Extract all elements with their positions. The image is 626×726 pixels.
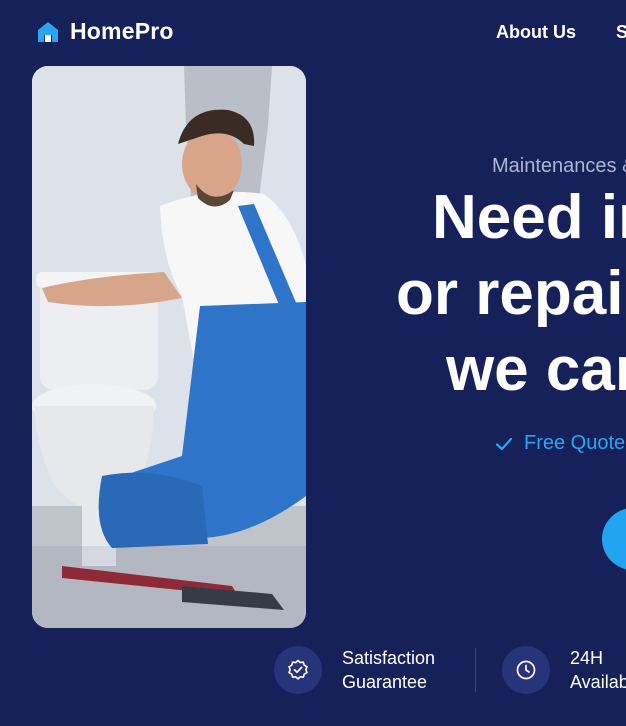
feature-icon-circle <box>502 646 550 694</box>
main-nav: About Us Services <box>496 22 626 43</box>
feature-24h-line2: Available <box>570 672 626 692</box>
headline-line-3: we can help! <box>445 335 626 404</box>
feature-icon-circle <box>274 646 322 694</box>
hero-cta-button[interactable] <box>602 508 626 570</box>
feature-satisfaction: Satisfaction Guarantee <box>274 646 435 694</box>
feature-24h-text: 24H Available <box>570 646 626 694</box>
hero-headline: Need installation or repair services? we… <box>396 180 626 408</box>
nav-services[interactable]: Services <box>616 22 626 43</box>
badge-check-icon <box>288 659 308 680</box>
headline-line-2: or repair services? <box>396 259 626 328</box>
hero-photo-plumber <box>32 66 306 628</box>
page: HomePro About Us Services <box>0 0 626 726</box>
logo-text: HomePro <box>70 18 174 44</box>
feature-satisfaction-line1: Satisfaction <box>342 648 436 668</box>
check-icon <box>495 437 513 450</box>
clock-icon <box>516 660 536 680</box>
free-quote-text: Free Quote <box>524 432 626 454</box>
headline-line-1: Need installation <box>432 183 626 252</box>
nav-about-us[interactable]: About Us <box>496 22 576 43</box>
free-quote-note: Free Quote <box>494 432 625 455</box>
feature-24h: 24H Available <box>502 646 626 694</box>
feature-satisfaction-text: Satisfaction Guarantee <box>342 646 435 694</box>
feature-24h-line1: 24H <box>570 648 604 668</box>
feature-satisfaction-line2: Guarantee <box>342 672 428 692</box>
feature-divider <box>475 648 476 692</box>
hero-eyebrow: Maintenances & Repairs <box>492 155 626 177</box>
house-logo-icon <box>38 21 58 42</box>
plumber-illustration <box>32 66 306 628</box>
logo[interactable]: HomePro <box>36 18 174 45</box>
